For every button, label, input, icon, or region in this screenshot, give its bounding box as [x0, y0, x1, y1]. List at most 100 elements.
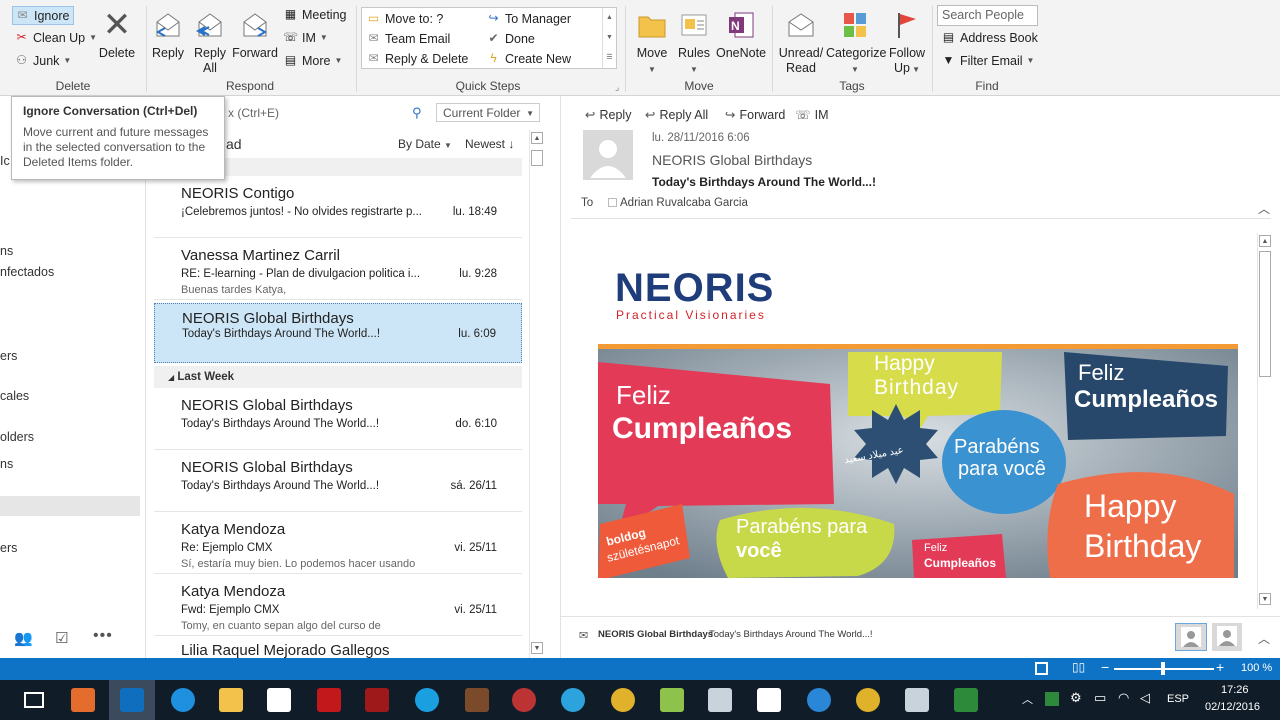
forward-button[interactable]: Forward [231, 8, 279, 61]
quickstep-done[interactable]: ✔ Done [486, 31, 534, 46]
reading-reply-all-button[interactable]: ↩ Reply All [645, 107, 708, 123]
people-pane-sender[interactable]: NEORIS Global Birthdays [598, 629, 713, 640]
expand-people-pane-icon[interactable]: ︿ [1258, 630, 1270, 647]
scroll-up-icon[interactable]: ▲ [531, 132, 543, 144]
dialog-launcher-icon[interactable]: ⌟ [615, 82, 619, 93]
person-tile-icon[interactable] [1212, 623, 1242, 651]
quickstep-move-to[interactable]: ▭ Move to: ? [366, 11, 444, 26]
reading-view-icon[interactable]: ▯▯ [1072, 660, 1085, 674]
search-people-input[interactable]: Search People [937, 5, 1038, 26]
internet-explorer-icon[interactable] [171, 688, 195, 712]
tray-captivate-icon[interactable] [1045, 692, 1059, 706]
folder-item[interactable]: ns [0, 457, 13, 471]
store-icon[interactable] [267, 688, 291, 712]
telegram-icon[interactable] [561, 688, 585, 712]
message-item[interactable]: NEORIS Global Birthdays Today's Birthday… [154, 388, 522, 450]
edge-icon[interactable] [807, 688, 831, 712]
message-list-scrollbar[interactable]: ▲ ▼ [529, 130, 544, 658]
scroll-thumb[interactable] [531, 150, 543, 166]
unread-read-button[interactable]: Unread/ Read [776, 8, 826, 76]
message-item[interactable]: Lilia Raquel Mejorado Gallegos [154, 636, 522, 659]
person-tile-icon[interactable] [1175, 623, 1207, 651]
im-button[interactable]: ☏ IM ▼ [283, 30, 328, 45]
reply-all-button[interactable]: Reply All [189, 8, 231, 76]
cleanup-button[interactable]: ✂ Clean Up ▼ [14, 30, 97, 45]
wifi-icon[interactable]: ◠ [1118, 690, 1129, 706]
scroll-up-icon[interactable]: ▲ [1259, 235, 1271, 247]
group-header-last-week[interactable]: ◢ Last Week [154, 366, 522, 388]
folder-item[interactable]: olders [0, 430, 34, 444]
folder-item[interactable]: ns [0, 244, 13, 258]
quickstep-to-manager[interactable]: ↪ To Manager [486, 11, 571, 26]
more-nav-icon[interactable]: ••• [93, 627, 113, 645]
quicksteps-scroll[interactable]: ▲ ▼ ☰ [602, 8, 616, 68]
app-icon[interactable] [660, 688, 684, 712]
collapse-header-icon[interactable]: ︿ [1258, 200, 1270, 217]
follow-up-button[interactable]: Follow Up ▼ [885, 8, 929, 77]
chrome-icon[interactable] [856, 688, 880, 712]
unread-filter-tab[interactable]: ad [226, 136, 242, 152]
ignore-button[interactable]: ✉ Ignore [12, 6, 75, 25]
input-language[interactable]: ESP [1167, 693, 1189, 705]
file-explorer-icon[interactable] [219, 688, 243, 712]
scroll-down-icon[interactable]: ▼ [1259, 593, 1271, 605]
quickstep-team-email[interactable]: ✉ Team Email [366, 31, 450, 46]
reading-im-button[interactable]: ☏ IM [795, 107, 829, 123]
filter-email-button[interactable]: ▼ Filter Email ▼ [941, 53, 1035, 68]
folder-item-selected[interactable] [0, 496, 140, 516]
normal-view-icon[interactable] [1035, 662, 1048, 675]
zoom-out-icon[interactable]: − [1101, 659, 1109, 675]
rules-button[interactable]: Rules ▼ [674, 8, 714, 77]
app-icon[interactable] [708, 688, 732, 712]
junk-button[interactable]: ⚇ Junk ▼ [14, 53, 71, 68]
clock-time[interactable]: 17:26 [1221, 684, 1249, 696]
message-item[interactable]: NEORIS Contigo ¡Celebremos juntos! - No … [154, 176, 522, 238]
sort-by-dropdown[interactable]: By Date ▼ [398, 137, 452, 151]
message-item[interactable]: Katya Mendoza Fwd: Ejemplo CMX Tomy, en … [154, 574, 522, 636]
meeting-button[interactable]: ▦ Meeting [283, 7, 347, 22]
tasks-icon[interactable]: ☑ [55, 629, 68, 647]
tray-network-icon[interactable]: ⚙ [1070, 690, 1082, 706]
flash-icon[interactable] [317, 688, 341, 712]
reading-forward-button[interactable]: ↪ Forward [725, 107, 785, 123]
message-item-selected[interactable]: NEORIS Global Birthdays Today's Birthday… [154, 303, 522, 363]
skype-icon[interactable] [415, 688, 439, 712]
3d-cube-icon[interactable] [757, 688, 781, 712]
message-item[interactable]: NEORIS Global Birthdays Today's Birthday… [154, 450, 522, 512]
scroll-thumb[interactable] [1259, 251, 1271, 377]
app-icon[interactable] [512, 688, 536, 712]
animate-icon[interactable] [365, 688, 389, 712]
delete-button[interactable]: ✕ Delete [96, 8, 138, 61]
sender-name[interactable]: NEORIS Global Birthdays [652, 152, 812, 168]
message-item[interactable]: Katya Mendoza Re: Ejemplo CMX Sí, estarí… [154, 512, 522, 574]
move-button[interactable]: Move ▼ [631, 8, 673, 77]
app-icon[interactable] [465, 688, 489, 712]
folder-item[interactable]: ers [0, 349, 17, 363]
sender-avatar[interactable] [583, 130, 633, 180]
search-icon[interactable]: ⚲ [412, 105, 422, 121]
address-book-button[interactable]: ▤ Address Book [941, 30, 1038, 45]
quickstep-reply-delete[interactable]: ✉ Reply & Delete [366, 51, 468, 66]
clock-date[interactable]: 02/12/2016 [1205, 701, 1260, 713]
onenote-button[interactable]: N OneNote [714, 8, 768, 61]
app-icon[interactable] [905, 688, 929, 712]
quickstep-create-new[interactable]: ϟ Create New [486, 51, 571, 66]
task-view-icon[interactable] [24, 692, 44, 708]
search-scope-dropdown[interactable]: Current Folder ▼ [436, 103, 540, 122]
outlook-icon[interactable] [120, 688, 144, 712]
folder-item[interactable]: ers [0, 541, 17, 555]
chrome-icon[interactable] [611, 688, 635, 712]
zoom-slider-thumb[interactable] [1161, 662, 1165, 675]
reading-reply-button[interactable]: ↩ Reply [585, 107, 631, 123]
zoom-level[interactable]: 100 % [1241, 662, 1272, 674]
search-mailbox-input[interactable]: x (Ctrl+E) [228, 106, 279, 120]
sort-order-toggle[interactable]: Newest ↓ [465, 137, 514, 151]
captivate-icon[interactable] [954, 688, 978, 712]
volume-icon[interactable]: ◁ [1140, 690, 1150, 706]
media-player-icon[interactable] [71, 688, 95, 712]
message-item[interactable]: Vanessa Martinez Carril RE: E-learning -… [154, 238, 522, 300]
zoom-in-icon[interactable]: + [1216, 659, 1224, 675]
categorize-button[interactable]: Categorize ▼ [826, 8, 886, 77]
more-respond-button[interactable]: ▤ More ▼ [283, 53, 343, 68]
show-hidden-icons[interactable]: ︿ [1022, 691, 1033, 707]
